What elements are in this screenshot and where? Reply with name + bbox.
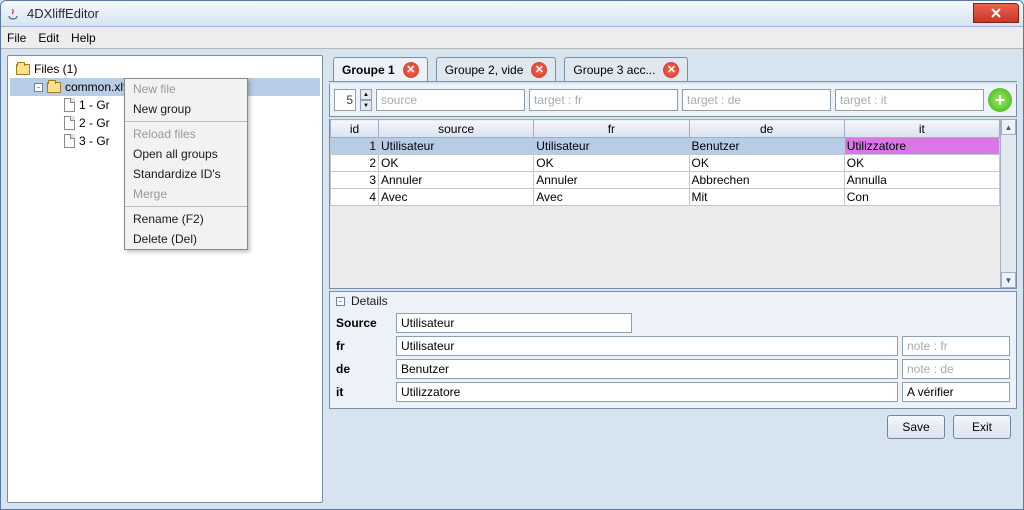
close-tab-icon[interactable]: ✕ bbox=[663, 62, 679, 78]
tab-groupe-1[interactable]: Groupe 1 ✕ bbox=[333, 57, 428, 81]
details-title: Details bbox=[351, 294, 388, 308]
ctx-sep bbox=[125, 206, 247, 207]
grid-header: id source fr de it bbox=[331, 120, 1000, 138]
document-icon bbox=[64, 116, 75, 130]
details-de-label: de bbox=[336, 362, 392, 376]
tree-panel: Files (1) - common.xlf (3) 1 - Gr 2 - Gr… bbox=[7, 55, 323, 503]
tab-groupe-2[interactable]: Groupe 2, vide ✕ bbox=[436, 57, 557, 81]
table-row[interactable]: 4 Avec Avec Mit Con bbox=[331, 189, 1000, 206]
exit-button[interactable]: Exit bbox=[953, 415, 1011, 439]
scroll-down-icon[interactable]: ▼ bbox=[1001, 272, 1016, 288]
col-source[interactable]: source bbox=[379, 120, 534, 138]
ctx-standardize[interactable]: Standardize ID's bbox=[125, 164, 247, 184]
ctx-rename[interactable]: Rename (F2) bbox=[125, 209, 247, 229]
search-fr[interactable]: target : fr bbox=[529, 89, 678, 111]
ctx-reload[interactable]: Reload files bbox=[125, 124, 247, 144]
main-panel: Groupe 1 ✕ Groupe 2, vide ✕ Groupe 3 acc… bbox=[329, 55, 1017, 503]
details-de-value[interactable]: Benutzer bbox=[396, 359, 898, 379]
grid-scrollbar[interactable]: ▲ ▼ bbox=[1000, 119, 1016, 288]
expand-handle-icon[interactable]: - bbox=[34, 83, 43, 92]
search-it[interactable]: target : it bbox=[835, 89, 984, 111]
menu-help[interactable]: Help bbox=[71, 31, 96, 45]
id-spinner[interactable]: 5 bbox=[334, 89, 356, 111]
col-it[interactable]: it bbox=[844, 120, 999, 138]
details-source-label: Source bbox=[336, 316, 392, 330]
close-tab-icon[interactable]: ✕ bbox=[403, 62, 419, 78]
folder-icon bbox=[16, 64, 30, 75]
tab-label: Groupe 1 bbox=[342, 63, 395, 77]
save-button[interactable]: Save bbox=[887, 415, 945, 439]
ctx-open-all[interactable]: Open all groups bbox=[125, 144, 247, 164]
tree-root[interactable]: Files (1) bbox=[10, 60, 320, 78]
details-fr-value[interactable]: Utilisateur bbox=[396, 336, 898, 356]
menu-edit[interactable]: Edit bbox=[38, 31, 59, 45]
search-de[interactable]: target : de bbox=[682, 89, 831, 111]
details-it-value[interactable]: Utilizzatore bbox=[396, 382, 898, 402]
spinner-buttons[interactable]: ▲▼ bbox=[360, 89, 372, 111]
document-icon bbox=[64, 134, 75, 148]
tree-group-label: 2 - Gr bbox=[79, 116, 110, 130]
tab-strip: Groupe 1 ✕ Groupe 2, vide ✕ Groupe 3 acc… bbox=[329, 55, 1017, 82]
ctx-merge[interactable]: Merge bbox=[125, 184, 247, 204]
table-row[interactable]: 1 Utilisateur Utilisateur Benutzer Utili… bbox=[331, 138, 1000, 155]
titlebar: 4DXliffEditor bbox=[1, 1, 1023, 27]
tree-root-label: Files (1) bbox=[34, 62, 77, 76]
details-source-value[interactable]: Utilisateur bbox=[396, 313, 632, 333]
table-row[interactable]: 3 Annuler Annuler Abbrechen Annulla bbox=[331, 172, 1000, 189]
document-icon bbox=[64, 98, 75, 112]
col-de[interactable]: de bbox=[689, 120, 844, 138]
details-panel: - Details Source Utilisateur fr Utilisat… bbox=[329, 291, 1017, 409]
col-fr[interactable]: fr bbox=[534, 120, 689, 138]
ctx-new-file[interactable]: New file bbox=[125, 79, 247, 99]
close-tab-icon[interactable]: ✕ bbox=[531, 62, 547, 78]
content-area: Files (1) - common.xlf (3) 1 - Gr 2 - Gr… bbox=[1, 49, 1023, 509]
details-header[interactable]: - Details bbox=[336, 294, 1010, 308]
context-menu: New file New group Reload files Open all… bbox=[124, 78, 248, 250]
footer-buttons: Save Exit bbox=[329, 411, 1017, 441]
tree-group-label: 1 - Gr bbox=[79, 98, 110, 112]
app-window: 4DXliffEditor File Edit Help Files (1) -… bbox=[0, 0, 1024, 510]
menubar: File Edit Help bbox=[1, 27, 1023, 49]
ctx-delete[interactable]: Delete (Del) bbox=[125, 229, 247, 249]
java-icon bbox=[5, 6, 21, 22]
details-fr-label: fr bbox=[336, 339, 392, 353]
details-it-note[interactable]: A vérifier bbox=[902, 382, 1010, 402]
search-source[interactable]: source bbox=[376, 89, 525, 111]
tab-groupe-3[interactable]: Groupe 3 acc... ✕ bbox=[564, 57, 688, 81]
tab-label: Groupe 2, vide bbox=[445, 63, 524, 77]
window-title: 4DXliffEditor bbox=[27, 6, 99, 21]
add-row-button[interactable]: + bbox=[988, 88, 1012, 112]
collapse-handle-icon[interactable]: - bbox=[336, 297, 345, 306]
scroll-up-icon[interactable]: ▲ bbox=[1001, 119, 1016, 135]
details-fr-note[interactable]: note : fr bbox=[902, 336, 1010, 356]
window-close-button[interactable] bbox=[973, 3, 1019, 23]
folder-icon bbox=[47, 82, 61, 93]
menu-file[interactable]: File bbox=[7, 31, 26, 45]
ctx-new-group[interactable]: New group bbox=[125, 99, 247, 119]
search-toolbar: 5 ▲▼ source target : fr target : de targ… bbox=[329, 84, 1017, 117]
table-row[interactable]: 2 OK OK OK OK bbox=[331, 155, 1000, 172]
col-id[interactable]: id bbox=[331, 120, 379, 138]
tab-label: Groupe 3 acc... bbox=[573, 63, 655, 77]
tree-group-label: 3 - Gr bbox=[79, 134, 110, 148]
details-it-label: it bbox=[336, 385, 392, 399]
translation-grid: id source fr de it 1 Utilisateur Utilisa… bbox=[329, 119, 1017, 289]
ctx-sep bbox=[125, 121, 247, 122]
details-de-note[interactable]: note : de bbox=[902, 359, 1010, 379]
